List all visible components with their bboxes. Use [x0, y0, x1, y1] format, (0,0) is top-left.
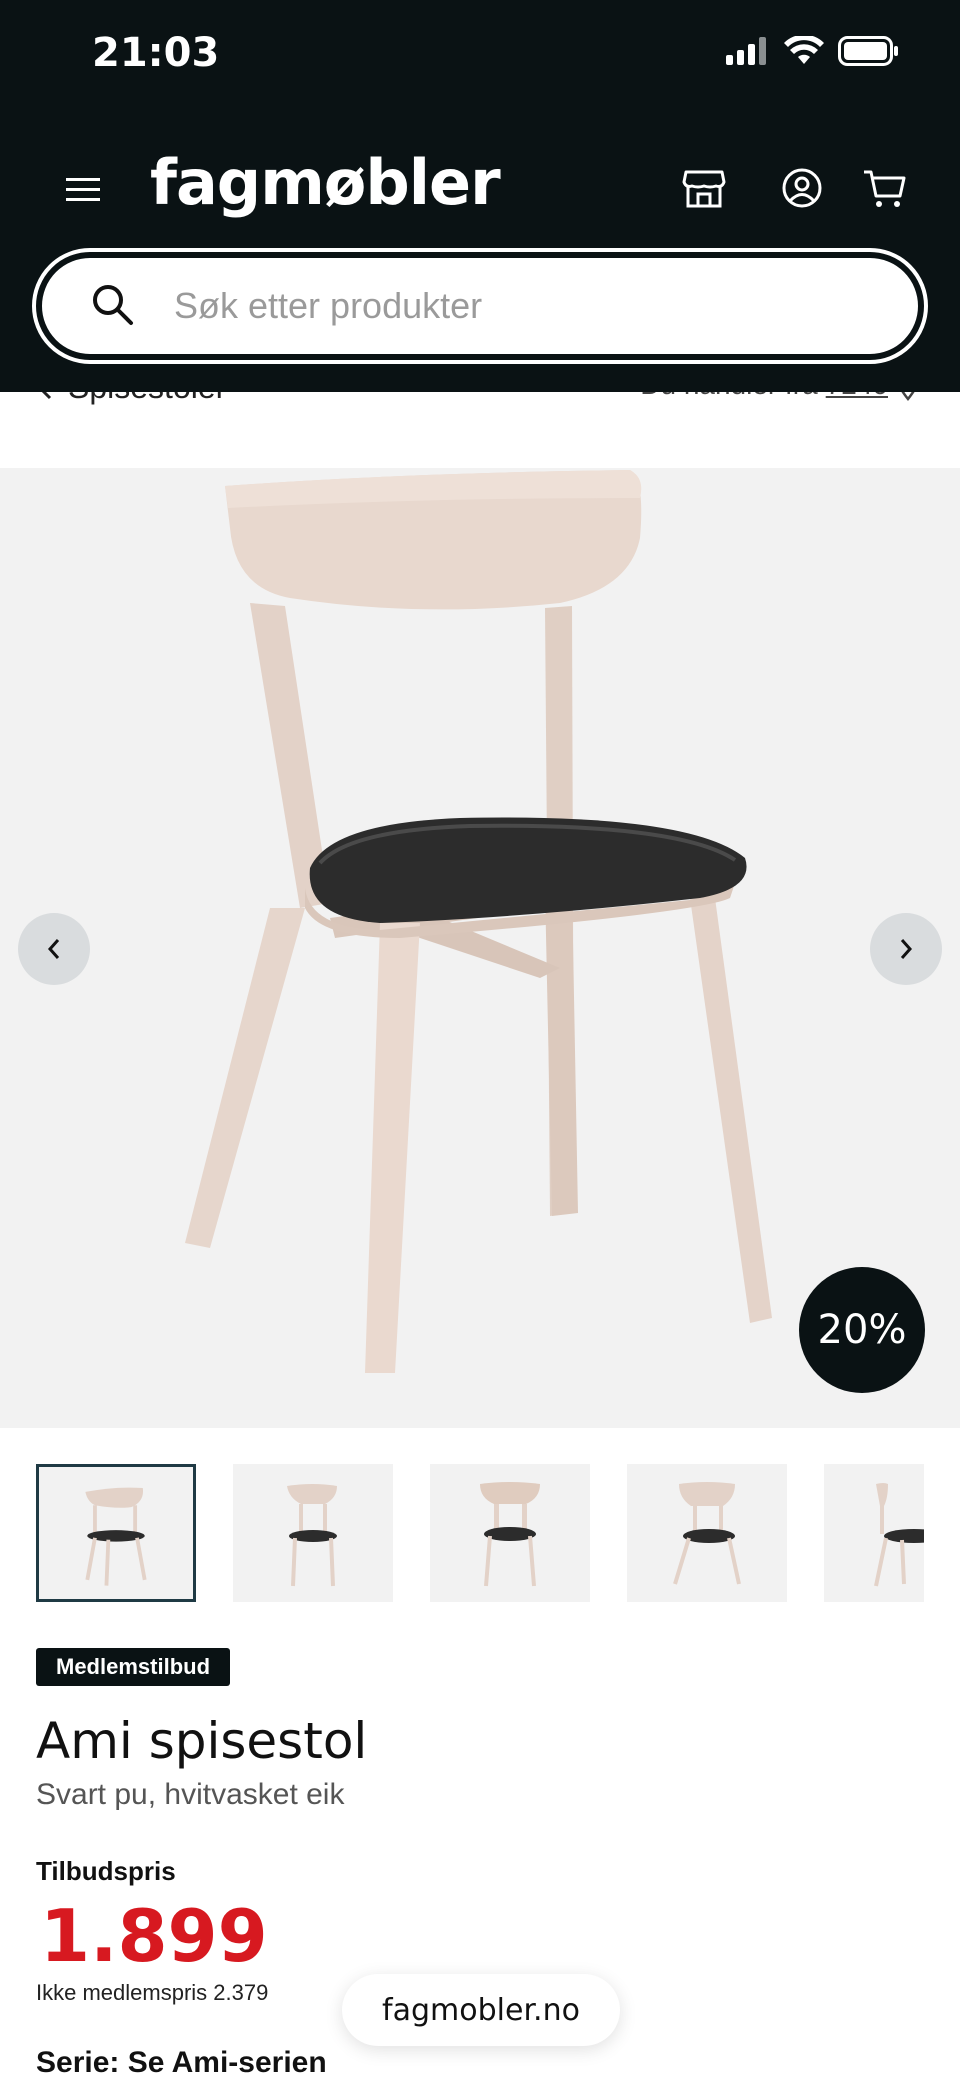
- chevron-left-icon: [47, 939, 60, 959]
- thumbnail[interactable]: [233, 1464, 393, 1602]
- thumbnail[interactable]: [824, 1464, 924, 1602]
- browser-url-pill[interactable]: fagmobler.no: [342, 1974, 620, 2046]
- battery-icon: [838, 36, 898, 66]
- product-variant: Svart pu, hvitvasket eik: [36, 1778, 345, 1811]
- thumbnail-image: [85, 1487, 147, 1586]
- thumbnail[interactable]: [36, 1464, 196, 1602]
- member-offer-badge: Medlemstilbud: [36, 1648, 231, 1686]
- search-field: [40, 256, 920, 356]
- search-icon: [93, 285, 133, 325]
- thumbnail-image: [673, 1482, 741, 1585]
- product-image: [185, 470, 772, 1373]
- thumbnail-image: [874, 1483, 924, 1587]
- search-input[interactable]: [172, 270, 876, 342]
- gallery-prev-button[interactable]: [18, 913, 90, 985]
- series-link[interactable]: Serie: Se Ami-serien: [36, 2046, 327, 2080]
- offer-price: 1.899: [40, 1894, 268, 1978]
- product-gallery[interactable]: 20%: [0, 468, 960, 1428]
- store-icon[interactable]: [682, 166, 726, 210]
- thumbnail[interactable]: [430, 1464, 590, 1602]
- account-icon[interactable]: [780, 166, 824, 210]
- signal-icon: [726, 37, 766, 65]
- price-label: Tilbudspris: [36, 1856, 176, 1886]
- status-time: 21:03: [92, 30, 220, 76]
- discount-badge: 20%: [799, 1267, 925, 1393]
- gallery-next-button[interactable]: [870, 913, 942, 985]
- wifi-icon: [784, 36, 824, 64]
- thumbnail-image: [480, 1482, 540, 1587]
- search-bar: [32, 248, 928, 364]
- cart-icon[interactable]: [862, 166, 906, 210]
- logo[interactable]: fagmøbler: [150, 146, 501, 219]
- thumbnail[interactable]: [627, 1464, 787, 1602]
- app-header: 21:03 fagmøbler: [0, 0, 960, 392]
- product-title: Ami spisestol: [36, 1712, 368, 1770]
- chevron-right-icon: [900, 939, 913, 959]
- menu-icon[interactable]: [64, 170, 104, 210]
- non-member-price: Ikke medlemspris 2.379: [36, 1980, 269, 2005]
- status-icons: [726, 36, 900, 66]
- thumbnail-strip: [36, 1464, 924, 1604]
- thumbnail-image: [287, 1484, 337, 1587]
